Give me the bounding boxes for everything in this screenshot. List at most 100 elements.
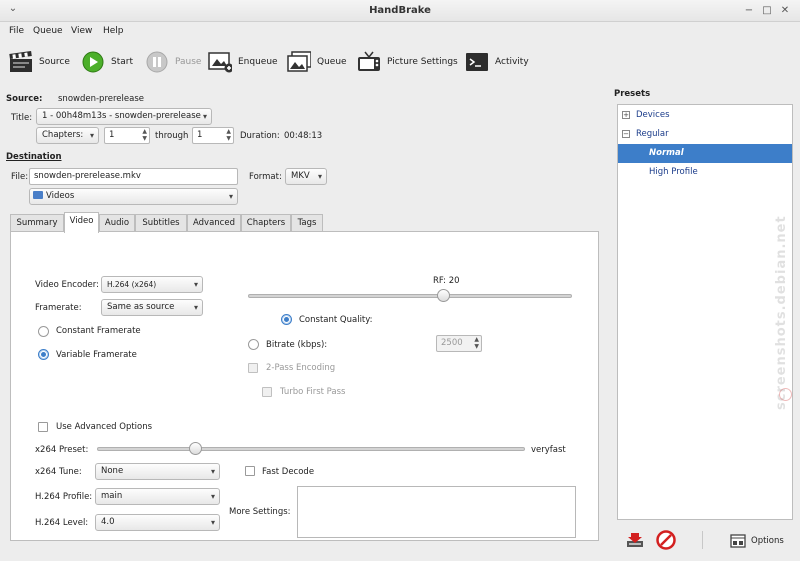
menu-help[interactable]: Help [103,26,124,36]
h264-profile-combo[interactable]: main ▾ [95,488,220,505]
framerate-label: Framerate: [35,303,82,313]
options-button[interactable]: Options [730,531,784,551]
clapperboard-icon [9,51,33,73]
bitrate-spin[interactable]: 2500 ▲ ▼ [436,335,482,352]
tab-tags[interactable]: Tags [291,214,323,232]
play-icon [81,51,105,73]
x264-preset-value: veryfast [531,445,566,455]
more-settings-textarea[interactable] [297,486,576,538]
tab-video[interactable]: Video [64,212,99,233]
spin-arrows-icon[interactable]: ▲ ▼ [142,128,147,142]
format-label: Format: [249,172,282,182]
turbo-first-pass-checkbox[interactable] [262,387,272,397]
presets-list: + Devices − Regular Normal High Profile [617,104,793,520]
activity-button[interactable]: Activity [465,48,529,76]
preset-group-regular[interactable]: − Regular [618,125,792,144]
chapters-mode-combo[interactable]: Chapters: ▾ [36,127,99,144]
chapter-start-value: 1 [109,130,115,140]
chevron-down-icon: ▾ [210,467,215,476]
queue-icon [287,51,311,73]
bitrate-value: 2500 [441,338,463,348]
x264-preset-slider[interactable] [97,447,525,451]
queue-button[interactable]: Queue [287,48,347,76]
constant-quality-radio[interactable] [281,314,292,325]
file-input[interactable]: snowden-prerelease.mkv [29,168,238,185]
title-combo-value: 1 - 00h48m13s - snowden-prerelease [42,111,201,121]
h264-level-value: 4.0 [101,517,115,527]
source-label: Source [39,57,70,67]
file-input-value: snowden-prerelease.mkv [34,171,141,181]
toolbar: Source Start Pause Enqueue Queue Picture… [0,42,800,82]
collapse-icon[interactable]: − [622,130,630,138]
fast-decode-checkbox[interactable] [245,466,255,476]
bitrate-radio[interactable] [248,339,259,350]
two-pass-label: 2-Pass Encoding [266,363,336,373]
remove-preset-button[interactable] [656,530,676,553]
h264-profile-value: main [101,491,123,501]
folder-value: Videos [46,191,75,201]
video-encoder-combo[interactable]: H.264 (x264) ▾ [101,276,203,293]
start-button[interactable]: Start [81,48,133,76]
tab-summary[interactable]: Summary [10,214,64,232]
menu-view[interactable]: View [71,26,92,36]
menu-queue[interactable]: Queue [33,26,63,36]
source-button[interactable]: Source [9,48,70,76]
menu-file[interactable]: File [9,26,24,36]
pause-icon [145,51,169,73]
expand-icon[interactable]: + [622,111,630,119]
tab-chapters[interactable]: Chapters [241,214,291,232]
x264-tune-combo[interactable]: None ▾ [95,463,220,480]
format-combo[interactable]: MKV ▾ [285,168,327,185]
chapter-end-spin[interactable]: 1 ▲ ▼ [192,127,234,144]
chevron-down-icon: ▾ [317,172,322,181]
title-label: Title: [11,113,33,123]
h264-level-label: H.264 Level: [35,518,89,528]
h264-level-combo[interactable]: 4.0 ▾ [95,514,220,531]
tab-audio[interactable]: Audio [99,214,135,232]
chapter-start-spin[interactable]: 1 ▲ ▼ [104,127,150,144]
start-label: Start [111,57,133,67]
preset-label: High Profile [649,167,698,177]
x264-preset-handle[interactable] [189,442,202,455]
menu-bar: File Queue View Help [0,22,800,40]
enqueue-button[interactable]: Enqueue [208,48,278,76]
preset-label: Normal [649,148,684,158]
two-pass-checkbox[interactable] [248,363,258,373]
maximize-icon[interactable]: □ [760,4,774,18]
preset-group-devices[interactable]: + Devices [618,106,792,125]
folder-chooser[interactable]: Videos ▾ [29,188,238,205]
rf-label: RF: 20 [433,276,460,286]
minimize-icon[interactable]: − [742,4,756,18]
spin-arrows-icon[interactable]: ▲ ▼ [474,336,479,350]
variable-framerate-radio[interactable] [38,349,49,360]
use-advanced-label: Use Advanced Options [56,422,153,432]
tab-subtitles[interactable]: Subtitles [135,214,187,232]
presets-heading: Presets [614,89,651,99]
close-icon[interactable]: ✕ [778,4,792,18]
chevron-down-icon: ▾ [202,112,207,121]
watermark: screenshots.debian.net [774,170,796,410]
preset-high-profile[interactable]: High Profile [618,163,792,182]
tab-advanced[interactable]: Advanced [187,214,241,232]
h264-profile-label: H.264 Profile: [35,492,93,502]
x264-preset-label: x264 Preset: [35,445,89,455]
bitrate-label: Bitrate (kbps): [266,340,328,350]
spin-arrows-icon[interactable]: ▲ ▼ [226,128,231,142]
constant-framerate-radio[interactable] [38,326,49,337]
enqueue-icon [208,51,232,73]
framerate-combo[interactable]: Same as source ▾ [101,299,203,316]
preset-normal[interactable]: Normal [618,144,792,163]
rf-slider[interactable] [248,294,572,298]
save-preset-button[interactable] [625,531,645,552]
chevron-down-icon: ▾ [210,518,215,527]
title-combo[interactable]: 1 - 00h48m13s - snowden-prerelease ▾ [36,108,212,125]
preset-label: Regular [636,129,669,139]
picture-settings-button[interactable]: Picture Settings [357,48,458,76]
use-advanced-checkbox[interactable] [38,422,48,432]
download-icon [627,533,643,547]
terminal-icon [465,51,489,73]
pause-button[interactable]: Pause [145,48,201,76]
rf-slider-handle[interactable] [437,289,450,302]
video-encoder-value: H.264 (x264) [107,280,157,289]
chevron-down-icon: ▾ [89,131,94,140]
